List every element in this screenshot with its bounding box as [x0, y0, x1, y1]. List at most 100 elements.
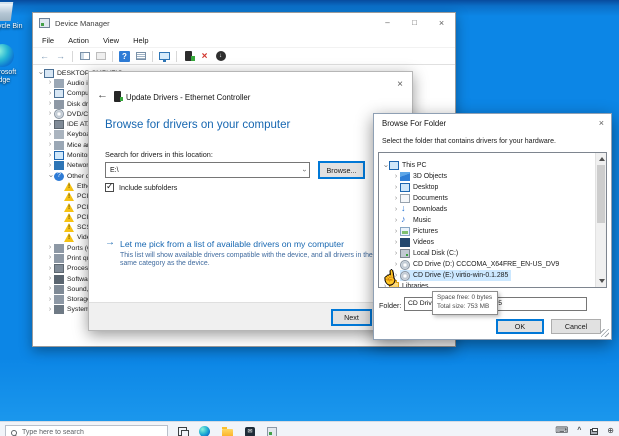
close-icon[interactable]: ×: [397, 80, 403, 90]
tree-item[interactable]: ›This PC: [379, 160, 595, 171]
computer-icon: [44, 69, 54, 78]
hidden-icons-chevron-icon[interactable]: ^: [577, 427, 581, 434]
chevron-right-icon[interactable]: ›: [392, 250, 400, 258]
help-icon[interactable]: ?: [118, 50, 131, 63]
chevron-right-icon[interactable]: ›: [392, 228, 400, 236]
include-subfolders-label[interactable]: Include subfolders: [119, 183, 177, 192]
chevron-right-icon[interactable]: ›: [46, 296, 54, 304]
chevron-right-icon[interactable]: ›: [46, 79, 54, 87]
menu-help[interactable]: Help: [126, 35, 155, 46]
tree-item[interactable]: ›Music: [379, 215, 595, 226]
chevron-right-icon[interactable]: ›: [392, 261, 400, 269]
list-view-icon[interactable]: [134, 50, 147, 63]
back-icon[interactable]: ←: [97, 89, 108, 101]
scan-hardware-icon[interactable]: [158, 50, 171, 63]
update-driver-icon[interactable]: [182, 50, 195, 63]
next-button[interactable]: Next: [331, 309, 372, 326]
cancel-button[interactable]: Cancel: [551, 319, 601, 334]
tree-item-selected[interactable]: ›CD Drive (E:) virtio-win-0.1.285: [379, 270, 595, 281]
chevron-right-icon[interactable]: ›: [392, 206, 400, 214]
tree-item[interactable]: ›CD Drive (D:) CCCOMA_X64FRE_EN-US_DV9: [379, 259, 595, 270]
chevron-right-icon[interactable]: ›: [46, 121, 54, 129]
chevron-right-icon[interactable]: ›: [392, 173, 400, 181]
taskbar-search[interactable]: [5, 425, 168, 436]
close-button[interactable]: ×: [428, 13, 455, 32]
device-manager-taskbar-icon[interactable]: [267, 427, 277, 436]
chevron-right-icon[interactable]: ›: [392, 239, 400, 247]
scroll-up-icon[interactable]: [599, 157, 605, 161]
tree-item[interactable]: ›Videos: [379, 237, 595, 248]
chevron-right-icon[interactable]: ›: [46, 306, 54, 314]
chevron-right-icon[interactable]: ›: [46, 254, 54, 262]
wizard-footer: Next: [89, 302, 412, 330]
monitor-icon: [54, 151, 64, 160]
window-title: Device Manager: [55, 19, 110, 28]
chevron-right-icon[interactable]: ›: [46, 110, 54, 118]
chevron-down-icon[interactable]: ›: [300, 169, 307, 171]
ok-button[interactable]: OK: [496, 319, 544, 334]
edge-icon[interactable]: [199, 426, 210, 436]
driver-path-combobox[interactable]: E:\ ›: [105, 162, 310, 178]
minimize-button[interactable]: –: [374, 13, 401, 32]
task-view-icon[interactable]: [178, 427, 187, 436]
chevron-right-icon[interactable]: ›: [46, 100, 54, 108]
chevron-down-icon[interactable]: ›: [46, 172, 54, 180]
scrollbar-thumb[interactable]: [597, 165, 605, 223]
chevron-right-icon[interactable]: ›: [46, 131, 54, 139]
close-icon[interactable]: ×: [599, 118, 604, 128]
driver-icon: [114, 91, 121, 102]
dialog-title: Update Drivers - Ethernet Controller: [126, 93, 250, 102]
scroll-down-icon[interactable]: [599, 279, 605, 283]
chevron-down-icon[interactable]: ›: [381, 162, 389, 170]
properties-icon[interactable]: [94, 50, 107, 63]
menu-action[interactable]: Action: [61, 35, 96, 46]
tree-item[interactable]: ›Pictures: [379, 226, 595, 237]
desktop-icon-microsoft-edge[interactable]: Microsoft Edge: [0, 44, 26, 85]
menu-file[interactable]: File: [35, 35, 61, 46]
chevron-right-icon[interactable]: ›: [392, 217, 400, 225]
back-icon[interactable]: ←: [38, 50, 51, 63]
tree-item[interactable]: ›Documents: [379, 193, 595, 204]
chevron-right-icon[interactable]: ›: [46, 141, 54, 149]
touch-keyboard-icon[interactable]: ⌨: [555, 425, 568, 436]
resize-grip[interactable]: [601, 329, 609, 337]
chevron-down-icon[interactable]: ›: [36, 69, 44, 77]
hand-cursor-icon: ☝: [381, 269, 399, 287]
tree-item[interactable]: ›3D Objects: [379, 171, 595, 182]
chevron-right-icon[interactable]: ›: [46, 265, 54, 273]
tree-item[interactable]: ›Desktop: [379, 182, 595, 193]
chevron-right-icon[interactable]: ›: [46, 285, 54, 293]
maximize-button[interactable]: □: [401, 13, 428, 32]
menu-view[interactable]: View: [96, 35, 126, 46]
tree-item[interactable]: ›Libraries: [379, 281, 595, 287]
mail-icon[interactable]: ✉: [245, 427, 255, 436]
chevron-right-icon[interactable]: ›: [46, 162, 54, 170]
disable-device-icon[interactable]: ↓: [214, 50, 227, 63]
printer-tray-icon[interactable]: [590, 429, 598, 435]
chevron-right-icon[interactable]: ›: [46, 90, 54, 98]
driver-path-value: E:\: [110, 167, 119, 174]
chevron-right-icon[interactable]: ›: [392, 184, 400, 192]
chevron-right-icon[interactable]: ›: [46, 152, 54, 160]
include-subfolders-checkbox[interactable]: ✓: [105, 183, 114, 192]
forward-icon[interactable]: →: [54, 50, 67, 63]
chevron-right-icon[interactable]: ›: [392, 195, 400, 203]
warn-icon: [64, 213, 74, 222]
let-me-pick-link[interactable]: Let me pick from a list of available dri…: [120, 239, 344, 249]
network-tray-icon[interactable]: ⊕: [607, 426, 614, 435]
check-icon: ✓: [106, 181, 114, 192]
tree-item[interactable]: ›Local Disk (C:): [379, 248, 595, 259]
browse-button[interactable]: Browse...: [318, 161, 365, 179]
dialog-title: Browse For Folder: [382, 119, 446, 128]
file-explorer-icon[interactable]: [222, 429, 233, 436]
chevron-right-icon[interactable]: ›: [46, 275, 54, 283]
tree-item[interactable]: ›Downloads: [379, 204, 595, 215]
desktop-icon-recycle-bin[interactable]: Recycle Bin: [0, 2, 28, 31]
search-input[interactable]: [17, 429, 147, 436]
scrollbar[interactable]: [595, 153, 606, 287]
uninstall-device-icon[interactable]: ×: [198, 50, 211, 63]
show-console-tree-icon[interactable]: [78, 50, 91, 63]
chevron-right-icon[interactable]: ›: [46, 244, 54, 252]
toolbar-separator: [72, 51, 73, 62]
drive-tooltip: Space free: 0 bytes Total size: 753 MB: [432, 291, 498, 315]
